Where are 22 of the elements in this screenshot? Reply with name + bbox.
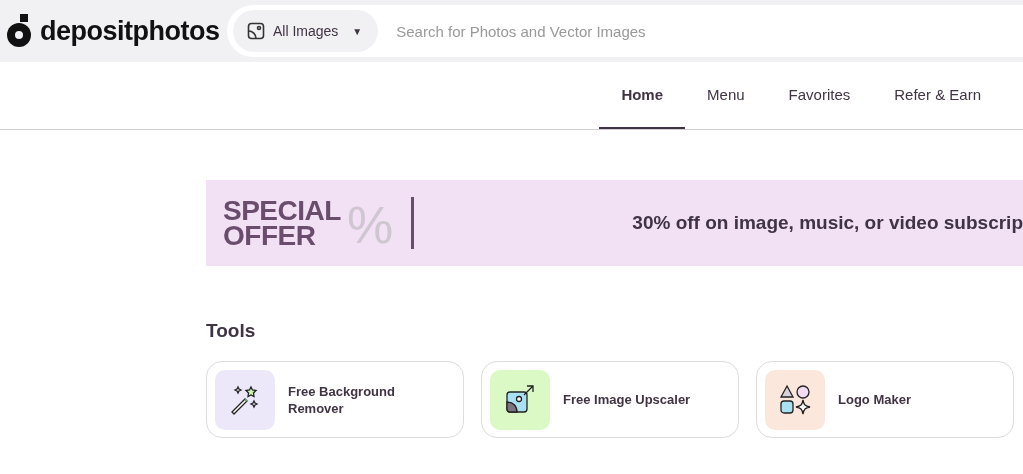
nav-tab[interactable]: Favorites	[766, 62, 873, 129]
percent-sign: %	[347, 200, 393, 250]
image-upscale-icon	[504, 383, 536, 416]
tool-card[interactable]: Logo Maker	[756, 361, 1014, 438]
nav-tab[interactable]: Refer & Earn	[872, 62, 1003, 129]
nav-tab[interactable]: Home	[599, 62, 686, 129]
search-field[interactable]: All Images ▼ Search for Photos and Vector Images	[227, 5, 1023, 57]
offer-title: OFFER	[223, 223, 317, 248]
shapes-icon	[779, 383, 811, 416]
image-icon	[247, 22, 265, 40]
tool-card[interactable]: Free Background Remover	[206, 361, 464, 438]
logo-text[interactable]: depositphotos	[40, 15, 220, 47]
logo-icon	[6, 14, 34, 48]
category-dropdown[interactable]: All Images ▼	[233, 10, 379, 52]
section-title: Tools	[206, 320, 257, 342]
offer-text: 30% off on image, music, or video subscrip	[632, 212, 1023, 234]
nav-tab[interactable]: Menu	[685, 62, 767, 129]
tool-label: Free Image Upscaler	[563, 391, 691, 408]
tool-card[interactable]: Free Image Upscaler	[481, 361, 739, 438]
tool-label: Free Background Remover	[288, 382, 396, 417]
offer-title: SPECIAL	[223, 198, 341, 223]
tool-label: Logo Maker	[838, 391, 911, 408]
